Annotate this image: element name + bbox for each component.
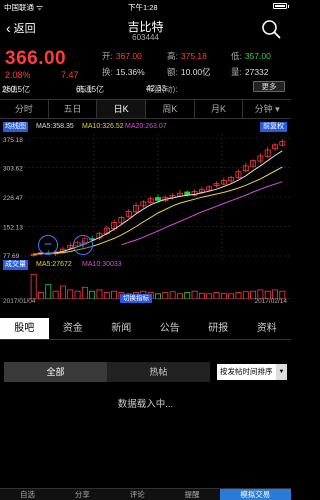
battery-icon [273,3,289,9]
volume-ma10-label: MA10:30033 [82,261,122,268]
pe-value: 42.33 [146,84,167,93]
candle-body [155,197,161,201]
low-field: 低: 357.00 [231,51,271,61]
tab-announcements[interactable]: 公告 [146,318,195,339]
tab-monthly-k[interactable]: 月K [195,100,244,118]
tab-minute[interactable]: 分钟 ▾ [243,100,291,118]
date-end: 2017/02/14 [254,298,287,305]
change-value: 7.47 [61,70,79,80]
sub-info-row: 总值: 260.5亿 流通: 65.15亿 市盈(动): 42.33 更多 [0,80,291,94]
volume-bar [45,284,52,299]
low-value: 357.00 [244,51,271,61]
change-percent: 2.08% [5,70,31,80]
amount-field: 额: 10.00亿 [167,67,211,77]
date-start: 2017/01/04 [3,298,36,305]
candle-body [184,191,191,196]
more-button[interactable]: 更多 [253,81,285,92]
high-field: 高: 375.18 [167,51,207,61]
adjust-button[interactable]: 前复权 [260,122,287,132]
loading-text: 数据载入中... [117,399,174,410]
sort-dropdown[interactable]: 按发帖时间排序 ▼ [217,364,287,380]
period-tabs: 分时 五日 日K 周K 月K 分钟 ▾ [0,99,291,119]
amount-value: 10.00亿 [180,67,211,77]
zoom-out-button[interactable]: − [38,235,58,255]
volume-field: 量: 27332 [231,67,269,77]
search-icon[interactable] [261,19,281,39]
kline-chart[interactable]: 均线图 MA5:358.35 MA10:326.52 MA20:263.07 前… [0,120,291,310]
volume-tag[interactable]: 成交量 [3,260,28,270]
ma20-label: MA20:263.07 [125,123,167,130]
tab-five-day[interactable]: 五日 [49,100,98,118]
turnover-field: 换: 15.36% [102,67,145,77]
tab-funds[interactable]: 资金 [49,318,98,339]
y-tick-label: 303.62 [3,166,23,173]
volume-value: 27332 [244,67,269,77]
tab-forum[interactable]: 股吧 [0,318,49,339]
cap-value: 260.5亿 [2,85,31,94]
tab-news[interactable]: 新闻 [97,318,146,339]
bottom-action-bar: 自选 分享 评论 提醒 模拟交易 [0,488,291,500]
switch-indicator-button[interactable]: 切换指标 [120,294,152,303]
open-value: 367.00 [115,51,142,61]
sort-label: 按发帖时间排序 [220,367,273,376]
tab-research[interactable]: 研报 [194,318,243,339]
date-axis: 2017/01/04 切换指标 2017/02/14 [0,294,291,308]
y-tick-label: 375.18 [3,137,23,144]
volume-bar [30,273,37,299]
simulated-trade-button[interactable]: 模拟交易 [219,489,291,500]
tab-hot-posts[interactable]: 热帖 [107,362,210,382]
chevron-down-icon: ▼ [276,364,287,380]
ma-legend: 均线图 MA5:358.35 MA10:326.52 MA20:263.07 前… [0,122,291,134]
tab-daily-k[interactable]: 日K [97,100,147,118]
forum-sub-tabs: 全部 热帖 [4,362,210,382]
current-price: 366.00 [5,48,67,69]
ma-tag[interactable]: 均线图 [3,122,28,132]
ma10-label: MA10:326.52 [82,123,124,130]
share-button[interactable]: 分享 [55,489,110,500]
comment-button[interactable]: 评论 [110,489,165,500]
float-value: 65.15亿 [76,85,105,94]
volume-ma5-label: MA5:27672 [36,261,72,268]
open-field: 开: 367.00 [102,51,142,61]
nav-bar: ‹ 返回 吉比特 603444 [0,12,291,46]
high-value: 375.18 [180,51,207,61]
status-bar: 中国联通 ᯤ 下午1:28 [0,0,291,12]
tab-all-posts[interactable]: 全部 [4,362,107,382]
y-tick-label: 226.47 [3,195,23,202]
alert-button[interactable]: 提醒 [165,489,220,500]
ma5-label: MA5:358.35 [36,123,74,130]
tab-weekly-k[interactable]: 周K [146,100,195,118]
y-tick-label: 152.13 [3,225,23,232]
y-tick-label: 77.69 [3,253,20,260]
info-tabs: 股吧 资金 新闻 公告 研报 资料 [0,318,291,340]
tab-profile[interactable]: 资料 [243,318,292,339]
tab-intraday[interactable]: 分时 [0,100,49,118]
turnover-value: 15.36% [115,67,145,77]
zoom-in-button[interactable]: + [73,235,93,255]
stock-code: 603444 [132,33,159,42]
watchlist-button[interactable]: 自选 [0,489,55,500]
